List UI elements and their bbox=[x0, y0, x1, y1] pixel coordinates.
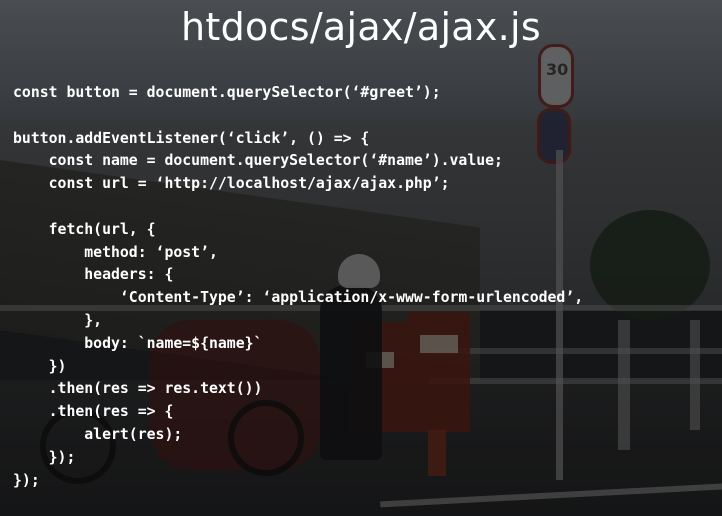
code-line: const url = ‘http://localhost/ajax/ajax.… bbox=[13, 175, 450, 193]
code-line: }); bbox=[13, 471, 40, 489]
code-line: const name = document.querySelector(‘#na… bbox=[13, 152, 503, 170]
code-line: ‘Content-Type’: ‘application/x-www-form-… bbox=[13, 289, 584, 307]
code-line: const button = document.querySelector(‘#… bbox=[13, 84, 441, 101]
code-line: alert(res); bbox=[13, 425, 183, 443]
code-line: }, bbox=[13, 311, 103, 329]
code-line: }); bbox=[13, 448, 76, 466]
code-line: }) bbox=[13, 357, 67, 375]
slide-title: htdocs/ajax/ajax.js bbox=[180, 5, 542, 49]
code-line: .then(res => res.text()) bbox=[13, 380, 263, 398]
code-line: .then(res => { bbox=[13, 403, 174, 421]
code-line: headers: { bbox=[13, 266, 174, 284]
slide: 30 htdocs/ajax/ajax.js const button = do… bbox=[0, 0, 722, 516]
code-block: const button = document.querySelector(‘#… bbox=[13, 82, 718, 492]
code-line: button.addEventListener(‘click’, () => { bbox=[13, 129, 370, 147]
code-line: method: ‘post’, bbox=[13, 243, 218, 261]
code-line: fetch(url, { bbox=[13, 220, 156, 238]
code-line: body: `name=${name}` bbox=[13, 334, 263, 352]
